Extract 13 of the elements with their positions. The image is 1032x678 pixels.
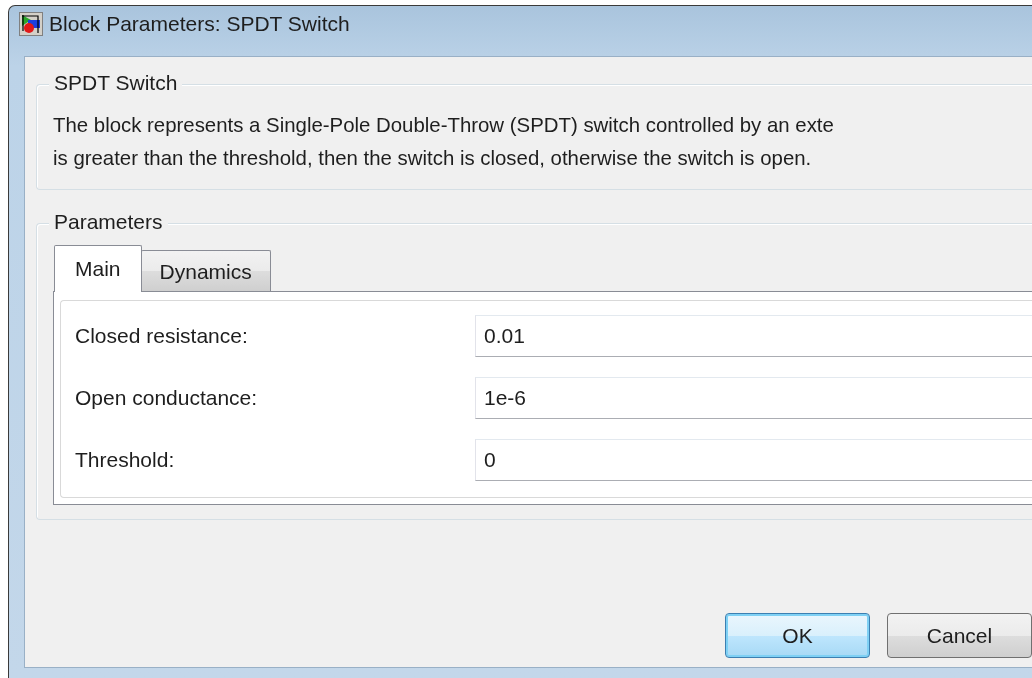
field-label: Open conductance: [75,386,259,410]
dialog-button[interactable]: OK [725,613,870,658]
description-text: The block represents a Single-Pole Double-Throw (SPDT) switch controlled by an exte is greater than the threshold, then the switch is closed, otherwise the switch is open. [53,113,835,171]
block-diagram-icon [19,11,43,36]
window-title: Block Parameters: SPDT Switch [49,11,350,36]
input-field[interactable]: 0 [475,439,1032,481]
tab[interactable]: Main [54,245,142,292]
field-label: Threshold: [75,448,176,472]
input-field[interactable]: 1e-6 [475,377,1032,419]
field-label: Closed resistance: [75,324,249,348]
dialog-button[interactable]: Cancel [887,613,1032,658]
tab[interactable]: Dynamics [140,250,271,291]
input-field[interactable]: 0.01 [475,315,1032,357]
